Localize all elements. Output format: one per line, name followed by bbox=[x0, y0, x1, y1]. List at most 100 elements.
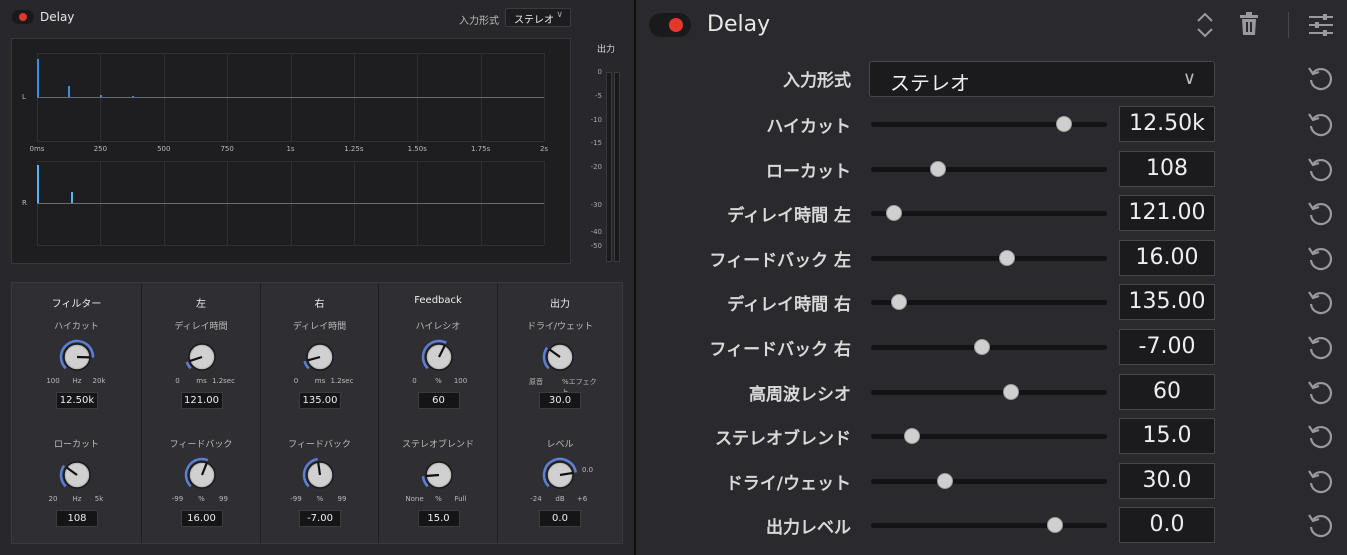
expand-collapse-icon[interactable] bbox=[1196, 12, 1214, 38]
knob-range-min: 100 bbox=[46, 377, 60, 385]
rotary-knob[interactable] bbox=[301, 338, 339, 376]
rotary-knob[interactable] bbox=[301, 456, 339, 494]
plugin-title: Delay bbox=[40, 10, 75, 24]
parameter-label: 出力レベル bbox=[766, 518, 851, 539]
knob-extra-label: 0.0 bbox=[582, 466, 594, 474]
parameter-value-field[interactable]: 30.0 bbox=[1119, 462, 1215, 499]
slider-thumb[interactable] bbox=[1055, 116, 1072, 132]
knob-range-min: None bbox=[405, 495, 424, 503]
knob-label: ディレイ時間 bbox=[174, 322, 228, 332]
reset-icon[interactable] bbox=[1306, 422, 1334, 450]
knob-range-min: 0 bbox=[412, 377, 417, 385]
slider-thumb[interactable] bbox=[998, 249, 1015, 266]
knob-value-field[interactable]: -7.00 bbox=[299, 510, 341, 527]
reset-icon[interactable] bbox=[1306, 199, 1334, 227]
parameter-slider[interactable] bbox=[871, 523, 1107, 529]
parameter-slider[interactable] bbox=[871, 255, 1107, 261]
knob-value-field[interactable]: 135.00 bbox=[299, 392, 341, 409]
knob-column: 右ディレイ時間 0 ms 1.2sec 135.00 フィードバック -99% 99 -7.… bbox=[261, 283, 379, 543]
knob-column: 左ディレイ時間 0 ms 1.2sec 121.00 フィードバック -99% 99 16.… bbox=[142, 283, 261, 543]
reset-icon[interactable] bbox=[1306, 333, 1334, 361]
grid-line bbox=[544, 161, 545, 245]
reset-icon[interactable] bbox=[1306, 378, 1334, 406]
column-title: 左 bbox=[196, 299, 206, 310]
rotary-knob[interactable] bbox=[183, 338, 221, 376]
slider-thumb[interactable] bbox=[930, 160, 947, 177]
rotary-knob[interactable] bbox=[58, 456, 96, 494]
rotary-knob[interactable] bbox=[420, 456, 458, 494]
parameter-value-field[interactable]: 121.00 bbox=[1119, 195, 1215, 232]
knob-value-field[interactable]: 16.00 bbox=[180, 510, 223, 527]
slider-thumb[interactable] bbox=[890, 294, 907, 311]
enable-toggle[interactable] bbox=[649, 13, 691, 37]
meter-bar-right bbox=[614, 72, 620, 262]
input-format-value: ステレオ bbox=[890, 71, 970, 95]
input-format-label: 入力形式 bbox=[459, 16, 499, 27]
grid-line bbox=[544, 53, 545, 141]
rotary-knob[interactable] bbox=[541, 456, 579, 494]
input-format-label: 入力形式 bbox=[783, 71, 851, 91]
reset-icon[interactable] bbox=[1306, 288, 1334, 316]
parameter-value-field[interactable]: 15.0 bbox=[1119, 418, 1215, 455]
knob-value-field[interactable]: 15.0 bbox=[417, 510, 460, 527]
parameter-value-field[interactable]: -7.00 bbox=[1119, 329, 1215, 365]
knob-value-field[interactable]: 12.50k bbox=[56, 392, 98, 409]
time-tick-label: 1.50s bbox=[407, 145, 427, 153]
parameter-value-field[interactable]: 0.0 bbox=[1119, 507, 1215, 544]
rotary-knob[interactable] bbox=[183, 456, 221, 494]
power-indicator-icon bbox=[19, 13, 27, 21]
knob-value-field[interactable]: 0.0 bbox=[539, 510, 581, 527]
rotary-knob[interactable] bbox=[541, 338, 579, 376]
knob-range-max: 1.2sec bbox=[212, 377, 235, 385]
bypass-toggle[interactable] bbox=[12, 10, 34, 24]
settings-sliders-icon[interactable] bbox=[1308, 12, 1334, 38]
grid-line bbox=[37, 53, 544, 54]
chevron-down-icon: ∨ bbox=[556, 10, 563, 20]
parameter-slider[interactable] bbox=[871, 389, 1107, 395]
parameter-value-field[interactable]: 16.00 bbox=[1119, 239, 1215, 276]
delay-tap-mark bbox=[37, 165, 39, 203]
parameter-label: ドライ/ウェット bbox=[725, 473, 851, 494]
parameter-slider[interactable] bbox=[871, 478, 1107, 484]
parameter-slider[interactable] bbox=[871, 211, 1107, 217]
parameter-value-field[interactable]: 108 bbox=[1119, 150, 1215, 187]
reset-icon[interactable] bbox=[1306, 110, 1334, 138]
slider-thumb[interactable] bbox=[937, 472, 953, 489]
reset-icon[interactable] bbox=[1306, 244, 1334, 272]
time-tick-label: 1s bbox=[286, 145, 295, 153]
reset-icon[interactable] bbox=[1306, 64, 1334, 92]
parameter-value-field[interactable]: 135.00 bbox=[1119, 284, 1215, 321]
zero-line bbox=[37, 203, 544, 204]
reset-icon[interactable] bbox=[1306, 511, 1334, 539]
slider-thumb[interactable] bbox=[904, 428, 920, 445]
column-title: フィルター bbox=[51, 299, 102, 310]
input-format-select[interactable]: ステレオ ∨ bbox=[505, 8, 571, 27]
parameter-slider[interactable] bbox=[871, 166, 1107, 172]
input-format-select[interactable]: ステレオ ∨ bbox=[869, 61, 1215, 97]
knob-value-field[interactable]: 121.00 bbox=[180, 392, 223, 409]
parameter-label: ディレイ時間 左 bbox=[727, 206, 851, 227]
time-tick-label: 500 bbox=[157, 145, 171, 153]
knob-unit: Hz bbox=[72, 377, 82, 385]
slider-thumb[interactable] bbox=[1047, 517, 1063, 534]
meter-scale-label: -15 bbox=[590, 139, 602, 147]
parameter-value-field[interactable]: 12.50k bbox=[1119, 106, 1215, 142]
knob-label: ハイレシオ bbox=[415, 322, 461, 332]
slider-thumb[interactable] bbox=[974, 339, 991, 355]
chevron-down-icon: ∨ bbox=[1182, 68, 1196, 89]
rotary-knob[interactable] bbox=[420, 338, 458, 376]
grid-line bbox=[37, 161, 544, 162]
knob-value-field[interactable]: 30.0 bbox=[539, 392, 581, 409]
parameter-label: ハイカット bbox=[766, 117, 851, 137]
time-tick-label: 1.25s bbox=[344, 145, 364, 153]
slider-thumb[interactable] bbox=[886, 205, 903, 222]
trash-icon[interactable] bbox=[1239, 12, 1259, 36]
slider-thumb[interactable] bbox=[1003, 383, 1019, 400]
knob-unit: % bbox=[316, 495, 324, 503]
parameter-value-field[interactable]: 60 bbox=[1119, 373, 1215, 410]
knob-value-field[interactable]: 108 bbox=[56, 510, 98, 527]
reset-icon[interactable] bbox=[1306, 155, 1334, 183]
knob-value-field[interactable]: 60 bbox=[417, 392, 460, 409]
reset-icon[interactable] bbox=[1306, 467, 1334, 495]
rotary-knob[interactable] bbox=[58, 338, 96, 376]
